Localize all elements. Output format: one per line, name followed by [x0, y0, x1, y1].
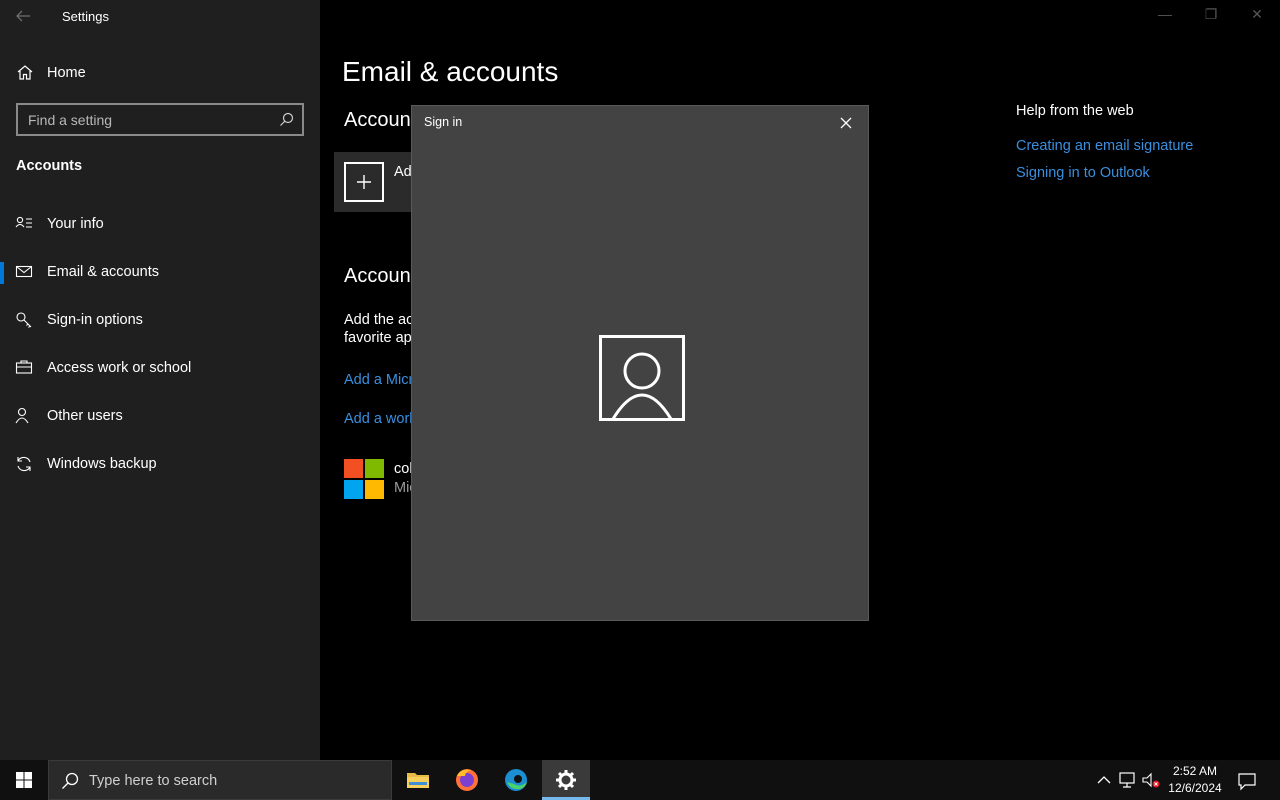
edge-icon	[505, 769, 527, 791]
dialog-title: Sign in	[424, 115, 463, 129]
close-window-button[interactable]: ✕	[1245, 6, 1269, 26]
title-bar: Settings	[0, 0, 320, 32]
sidebar-item-label: Sign-in options	[47, 312, 143, 328]
windows-logo-icon	[16, 772, 32, 788]
back-arrow-icon	[16, 10, 30, 22]
sidebar-item-windows-backup[interactable]: Windows backup	[0, 442, 320, 486]
network-tray-button[interactable]	[1117, 770, 1137, 790]
show-hidden-icons-button[interactable]	[1094, 770, 1114, 790]
network-icon	[1119, 772, 1135, 788]
folder-icon	[407, 773, 429, 788]
sidebar-item-label: Access work or school	[47, 360, 192, 376]
firefox-taskbar-button[interactable]	[443, 760, 491, 800]
sidebar-item-sign-in-options[interactable]: Sign-in options	[0, 298, 320, 342]
sidebar-item-label: Other users	[47, 408, 123, 424]
sign-in-dialog: Sign in	[411, 105, 869, 621]
settings-sidebar: Settings Home Accounts Your info Email &…	[0, 0, 320, 760]
add-icon	[344, 162, 384, 202]
microsoft-logo-icon	[344, 459, 384, 499]
accounts-section-title: Accounts	[16, 158, 83, 174]
clock-date: 12/6/2024	[1168, 781, 1222, 795]
briefcase-icon	[15, 359, 33, 377]
sidebar-item-label: Windows backup	[47, 456, 157, 472]
accounts-used-heading: Account	[344, 109, 417, 131]
action-center-button[interactable]	[1236, 770, 1258, 792]
edge-taskbar-button[interactable]	[492, 760, 540, 800]
volume-tray-button[interactable]	[1141, 770, 1161, 790]
settings-taskbar-button[interactable]	[542, 760, 590, 800]
help-from-web-heading: Help from the web	[1016, 103, 1134, 119]
firefox-icon	[456, 769, 478, 791]
sidebar-item-email-accounts[interactable]: Email & accounts	[0, 250, 320, 294]
minimize-button[interactable]: —	[1153, 6, 1177, 26]
app-title: Settings	[62, 9, 109, 24]
taskbar-search-box[interactable]: Type here to search	[48, 760, 392, 800]
help-link-signing-in-outlook[interactable]: Signing in to Outlook	[1016, 165, 1150, 181]
mail-icon	[15, 263, 33, 281]
file-explorer-taskbar-button[interactable]	[394, 760, 442, 800]
find-setting-input[interactable]	[18, 105, 268, 134]
taskbar: Type here to search 2:52 AM 12/6/2024	[0, 760, 1280, 800]
notification-icon	[1238, 773, 1256, 791]
home-label: Home	[47, 65, 86, 81]
chevron-up-icon	[1097, 776, 1111, 784]
gear-icon	[556, 770, 576, 790]
search-icon	[61, 772, 79, 790]
back-button[interactable]	[14, 7, 34, 25]
home-icon	[16, 64, 34, 82]
search-icon[interactable]	[279, 112, 294, 127]
sidebar-item-label: Your info	[47, 216, 104, 232]
sidebar-item-your-info[interactable]: Your info	[0, 202, 320, 246]
taskbar-clock[interactable]: 2:52 AM 12/6/2024	[1160, 763, 1230, 797]
page-title: Email & accounts	[342, 56, 559, 87]
start-button[interactable]	[0, 760, 48, 800]
dialog-close-button[interactable]	[836, 113, 856, 133]
person-icon	[15, 407, 33, 425]
sidebar-item-access-work-school[interactable]: Access work or school	[0, 346, 320, 390]
add-account-label: Ad	[394, 164, 412, 180]
sidebar-item-other-users[interactable]: Other users	[0, 394, 320, 438]
user-avatar-icon	[599, 335, 685, 421]
find-setting-search[interactable]	[16, 103, 304, 136]
key-icon	[15, 311, 33, 329]
taskbar-search-placeholder: Type here to search	[89, 773, 218, 789]
help-link-email-signature[interactable]: Creating an email signature	[1016, 138, 1193, 154]
clock-time: 2:52 AM	[1172, 764, 1218, 778]
restore-button[interactable]: ❐	[1199, 6, 1223, 26]
sidebar-item-label: Email & accounts	[47, 264, 160, 280]
person-card-icon	[15, 215, 33, 233]
sync-icon	[15, 455, 33, 473]
accounts-other-apps-heading: Account	[344, 265, 417, 287]
close-icon	[840, 117, 852, 129]
selection-indicator	[0, 262, 4, 284]
speaker-muted-icon	[1142, 772, 1160, 788]
home-nav-item[interactable]: Home	[0, 56, 320, 90]
